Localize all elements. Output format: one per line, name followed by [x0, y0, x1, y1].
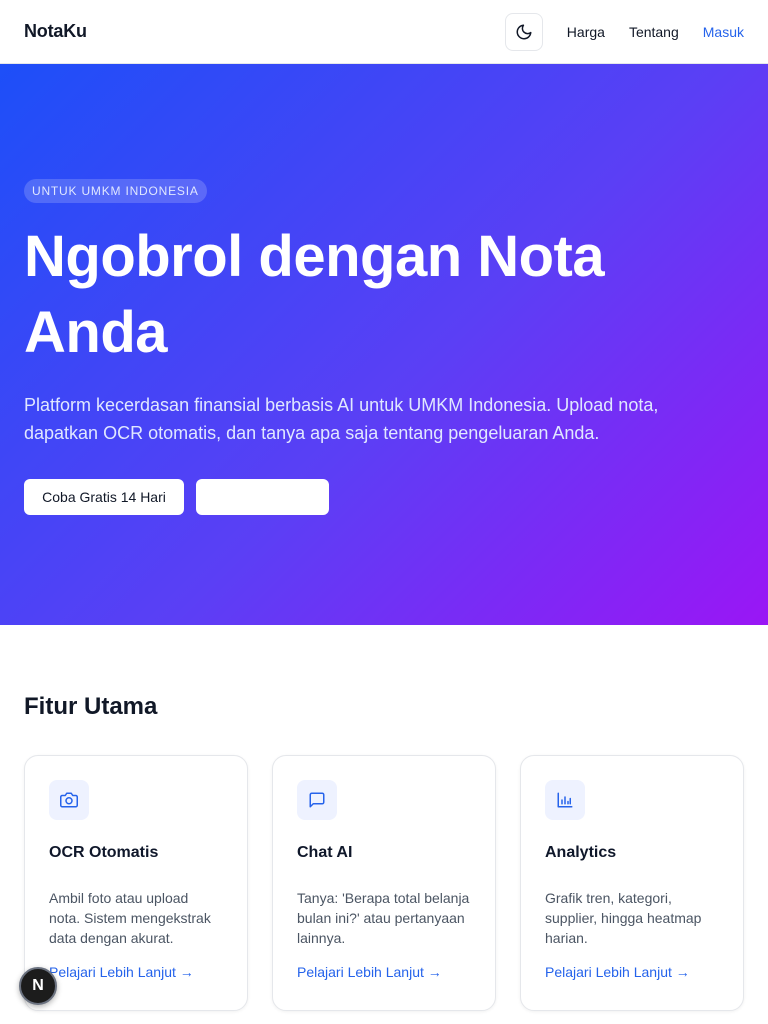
hero-description: Platform kecerdasan finansial berbasis A…	[24, 395, 659, 443]
features-section: Fitur Utama OCR Otomatis Ambil foto atau…	[0, 625, 768, 1011]
top-navbar: NotaKu Harga Tentang Masuk	[0, 0, 768, 64]
secondary-cta-button[interactable]	[196, 479, 329, 515]
feature-card-title: Analytics	[545, 844, 617, 861]
dev-tools-badge[interactable]: N	[19, 967, 57, 1005]
nav-link-masuk[interactable]: Masuk	[703, 24, 744, 40]
nav-link-tentang[interactable]: Tentang	[629, 24, 679, 40]
chat-icon	[297, 780, 337, 820]
bar-chart-icon	[545, 780, 585, 820]
nav-link-harga[interactable]: Harga	[567, 24, 605, 40]
feature-card-title: Chat AI	[297, 844, 353, 861]
hero-title: Ngobrol dengan Nota Anda	[24, 224, 605, 365]
nav-links: Harga Tentang Masuk	[504, 12, 744, 51]
theme-toggle-button[interactable]	[504, 12, 543, 51]
learn-more-link[interactable]: Pelajari Lebih Lanjut →	[545, 964, 719, 980]
feature-card-ocr: OCR Otomatis Ambil foto atau upload nota…	[24, 755, 248, 1011]
feature-card-description: Ambil foto atau upload nota. Sistem meng…	[49, 890, 211, 946]
camera-icon	[49, 780, 89, 820]
moon-icon	[516, 24, 532, 39]
feature-card-analytics: Analytics Grafik tren, kategori, supplie…	[520, 755, 744, 1011]
hero-badge: UNTUK UMKM INDONESIA	[24, 179, 207, 203]
free-trial-button[interactable]: Coba Gratis 14 Hari	[24, 479, 184, 515]
feature-card-chat: Chat AI Tanya: 'Berapa total belanja bul…	[272, 755, 496, 1011]
learn-more-link[interactable]: Pelajari Lebih Lanjut →	[49, 964, 223, 980]
learn-more-link[interactable]: Pelajari Lebih Lanjut →	[297, 964, 471, 980]
feature-card-description: Grafik tren, kategori, supplier, hingga …	[545, 890, 702, 946]
feature-card-title: OCR Otomatis	[49, 844, 159, 861]
hero-cta-row: Coba Gratis 14 Hari	[24, 479, 744, 515]
features-title: Fitur Utama	[24, 693, 158, 720]
brand-logo[interactable]: NotaKu	[24, 21, 87, 42]
feature-cards: OCR Otomatis Ambil foto atau upload nota…	[24, 755, 744, 1011]
feature-card-description: Tanya: 'Berapa total belanja bulan ini?'…	[297, 890, 470, 946]
hero-section: UNTUK UMKM INDONESIA Ngobrol dengan Nota…	[0, 64, 768, 625]
